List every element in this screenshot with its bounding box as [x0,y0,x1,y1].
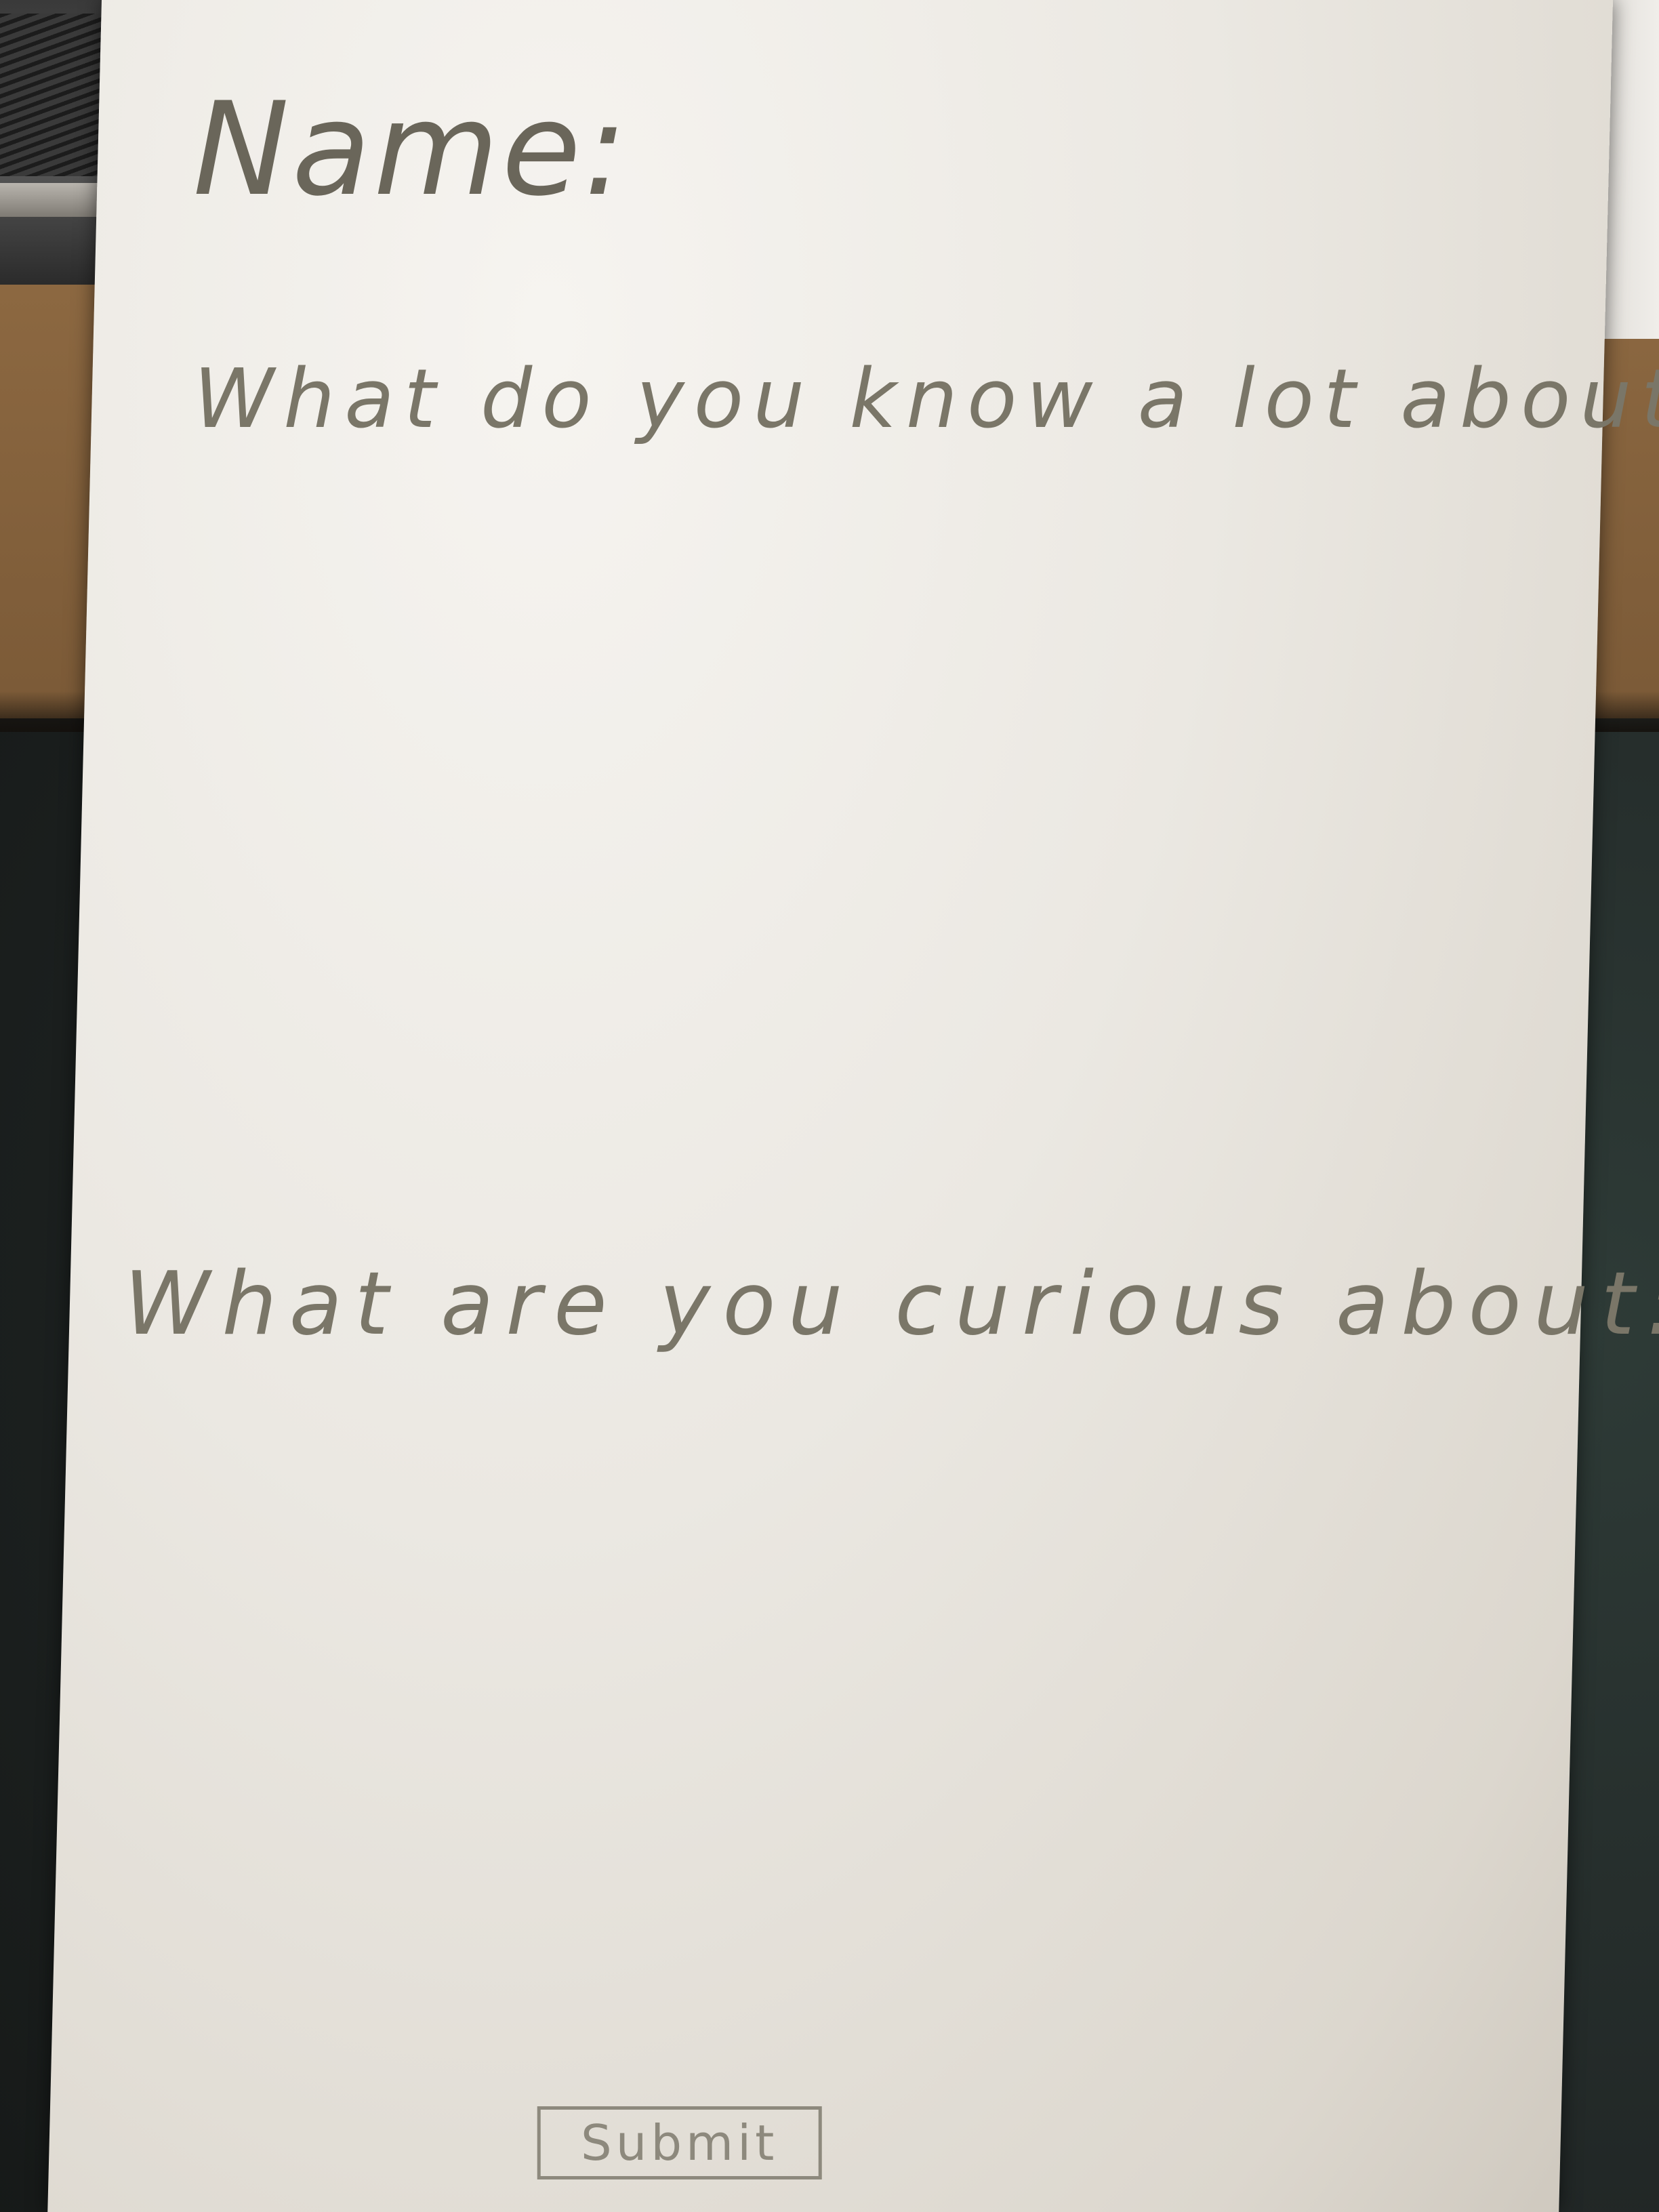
submit-button-label: Submit [581,2114,779,2171]
paper-prototype-form: Name: What do you know a lot about: What… [47,0,1659,2212]
submit-button[interactable]: Submit [537,2106,822,2179]
known-question-label: What do you know a lot about: [193,352,1659,447]
curious-answer-area[interactable] [120,1403,1469,2081]
curious-question-label: What are you curious about: [123,1254,1659,1355]
name-label: Name: [192,75,630,224]
known-answer-area[interactable] [176,515,1517,1193]
name-input-area[interactable] [626,115,1540,251]
